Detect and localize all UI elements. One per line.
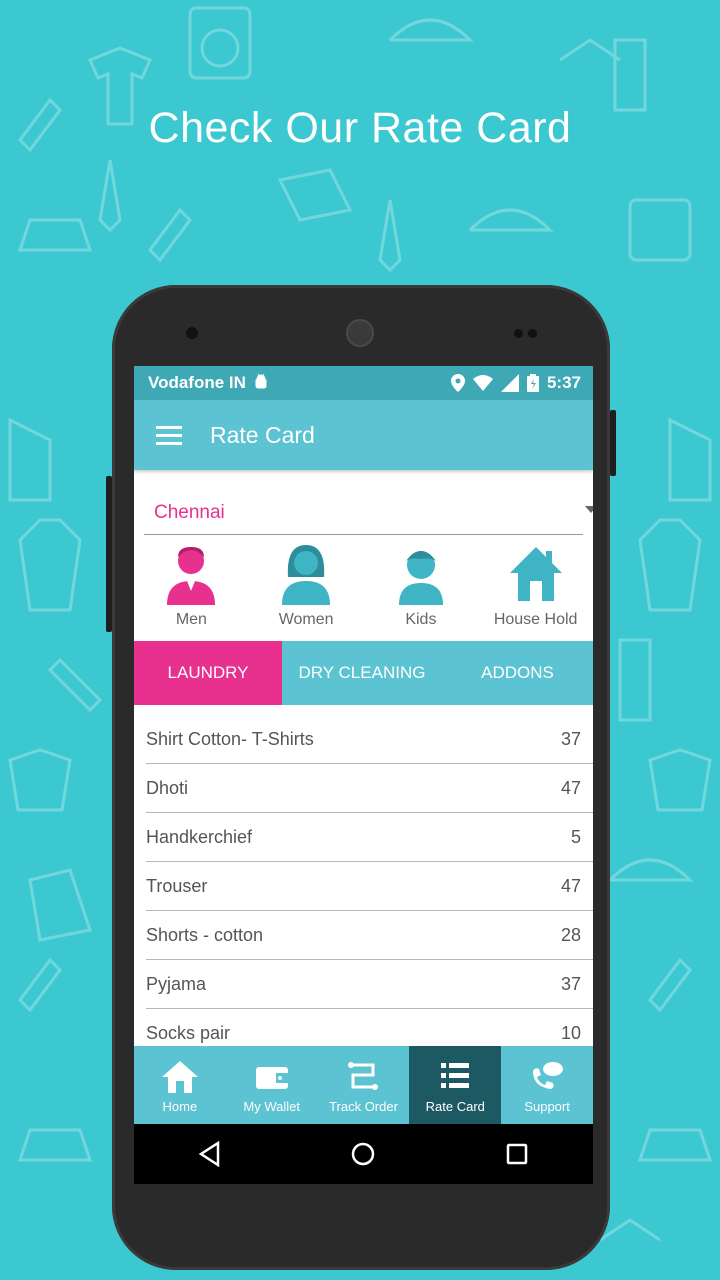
rate-item-price: 5 [570, 826, 581, 847]
nav-rate-card[interactable]: Rate Card [409, 1046, 502, 1124]
recents-icon[interactable] [505, 1142, 529, 1166]
headline: Check Our Rate Card [148, 104, 572, 152]
nav-label: Support [524, 1098, 570, 1114]
nav-my-wallet[interactable]: My Wallet [226, 1046, 318, 1124]
rate-item-price: 37 [560, 728, 581, 749]
route-icon [348, 1061, 379, 1090]
home-icon [161, 1060, 198, 1093]
nav-label: Rate Card [425, 1098, 485, 1114]
rate-row: Shorts - cotton 28 [146, 911, 593, 960]
power-button [610, 410, 616, 476]
hamburger-menu-icon[interactable] [156, 425, 182, 445]
rate-item-price: 28 [560, 924, 581, 945]
list-icon [441, 1062, 470, 1088]
nav-label: My Wallet [243, 1098, 300, 1114]
rate-row: Handkerchief 5 [146, 813, 593, 862]
category-selector: Men Women Kids House Hold [134, 543, 593, 637]
tab-addons[interactable]: ADDONS [442, 641, 593, 705]
signal-icon [500, 374, 519, 392]
app-bar-title: Rate Card [210, 421, 315, 448]
city-select-value: Chennai [154, 502, 225, 523]
front-camera [186, 327, 198, 339]
volume-button [106, 476, 112, 632]
category-household[interactable]: House Hold [478, 543, 593, 637]
sensor-dot [528, 329, 537, 338]
rate-item-name: Shorts - cotton [146, 924, 264, 945]
carrier-name: Vodafone IN [148, 373, 246, 392]
rate-row: Dhoti 47 [146, 764, 593, 813]
dropdown-arrow-icon [585, 506, 593, 513]
rate-item-name: Trouser [146, 875, 208, 896]
rate-row: Trouser 47 [146, 862, 593, 911]
rate-item-name: Handkerchief [146, 826, 253, 847]
back-icon[interactable] [198, 1141, 222, 1167]
rate-row: Shirt Cotton- T-Shirts 37 [146, 715, 593, 764]
app-bar: Rate Card [134, 400, 593, 470]
rate-row: Pyjama 37 [146, 960, 593, 1009]
rate-item-name: Dhoti [146, 777, 189, 798]
house-icon [509, 547, 562, 601]
category-label: Men [175, 611, 207, 628]
system-navigation-bar [134, 1124, 593, 1184]
nav-support[interactable]: Support [501, 1046, 593, 1124]
home-circle-icon[interactable] [350, 1141, 376, 1167]
location-icon [450, 374, 465, 392]
bottom-navigation: Home My Wallet Track Order Rate Card Sup… [134, 1046, 593, 1124]
sensor-dot [514, 329, 523, 338]
rate-item-name: Pyjama [146, 973, 207, 994]
status-bar: Vodafone IN 5:37 [134, 366, 593, 400]
woman-icon [282, 545, 331, 605]
category-label: Kids [405, 611, 437, 628]
category-women[interactable]: Women [249, 543, 364, 637]
rate-list: Shirt Cotton- T-Shirts 37 Dhoti 47 Handk… [134, 715, 593, 1057]
category-label: Women [278, 611, 334, 628]
tab-laundry[interactable]: LAUNDRY [134, 641, 282, 705]
wallet-icon [255, 1066, 288, 1089]
man-icon [167, 547, 216, 605]
nav-label: Track Order [329, 1098, 398, 1114]
category-kids[interactable]: Kids [364, 543, 479, 637]
battery-icon [526, 374, 539, 392]
android-debug-icon [254, 373, 268, 393]
support-chat-icon [533, 1061, 564, 1089]
category-label: House Hold [493, 611, 578, 628]
nav-home[interactable]: Home [134, 1046, 226, 1124]
nav-track-order[interactable]: Track Order [318, 1046, 410, 1124]
rate-item-name: Shirt Cotton- T-Shirts [146, 728, 314, 749]
service-tabs: LAUNDRY DRY CLEANING ADDONS [134, 641, 593, 705]
rate-item-name: Socks pair [146, 1022, 231, 1043]
rate-item-price: 47 [560, 875, 581, 896]
rate-item-price: 10 [560, 1022, 581, 1043]
kid-icon [398, 551, 443, 605]
tab-dry-cleaning[interactable]: DRY CLEANING [282, 641, 442, 705]
rate-item-price: 37 [560, 973, 581, 994]
app-screen: Vodafone IN 5:37 Rate Card Chennai Men W… [134, 366, 593, 1124]
clock: 5:37 [546, 373, 581, 392]
rate-item-price: 47 [560, 777, 581, 798]
category-men[interactable]: Men [134, 543, 249, 637]
earpiece-speaker [346, 319, 374, 347]
city-select[interactable]: Chennai [144, 494, 593, 535]
nav-label: Home [162, 1098, 198, 1114]
wifi-icon [472, 375, 493, 391]
